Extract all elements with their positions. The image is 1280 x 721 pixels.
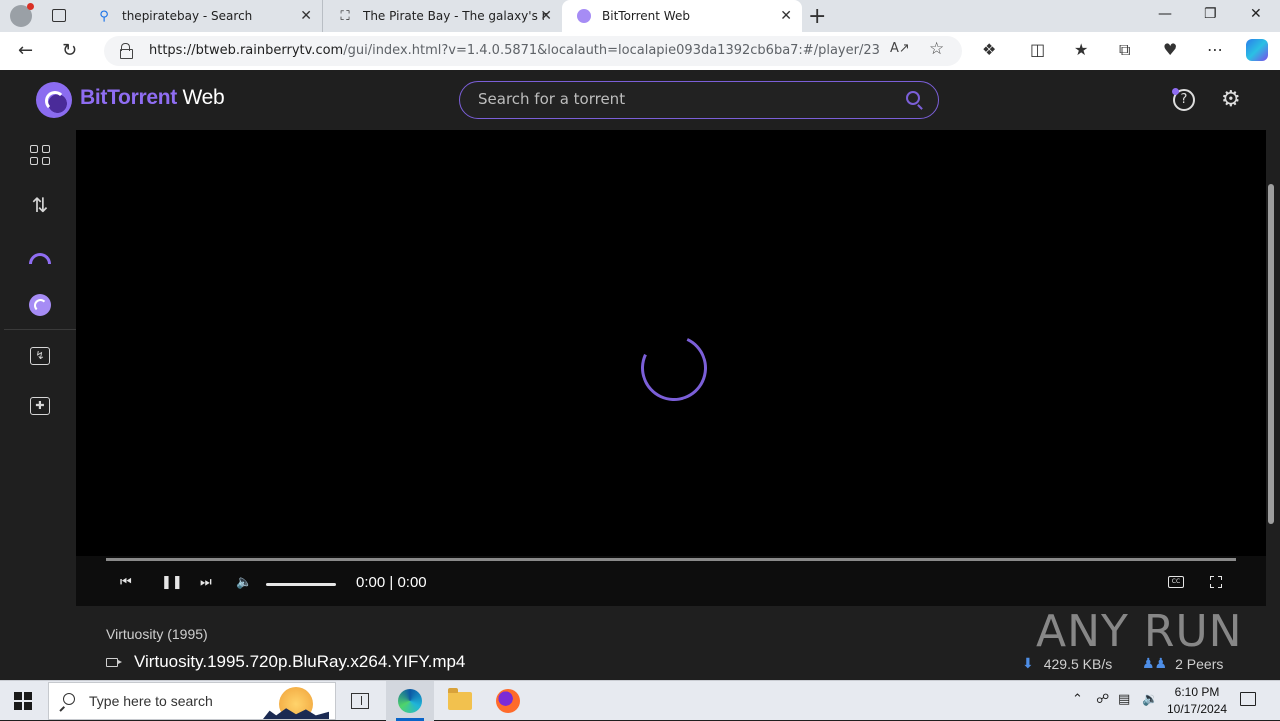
taskbar-search[interactable]: Type here to search xyxy=(48,682,336,720)
volume-icon[interactable]: 🔈 xyxy=(236,575,252,590)
tab-label: BitTorrent Web xyxy=(602,9,690,23)
dashboard-icon[interactable] xyxy=(28,143,52,167)
close-tab-icon[interactable]: ✕ xyxy=(780,8,792,24)
sidebar-divider xyxy=(4,329,76,330)
ai-icon[interactable]: ↯ xyxy=(28,344,52,368)
anyrun-watermark: ANY RUN xyxy=(1036,606,1243,657)
movie-title: Virtuosity (1995) xyxy=(106,626,208,642)
games-icon[interactable]: ✚ xyxy=(28,394,52,418)
previous-icon[interactable]: ⏮ xyxy=(120,575,132,590)
loading-spinner-icon xyxy=(631,325,717,411)
bittorrent-logo-icon[interactable] xyxy=(36,82,72,118)
bittorrent-icon[interactable] xyxy=(28,293,52,317)
pause-icon[interactable]: ❚❚ xyxy=(161,575,183,590)
settings-gear-icon[interactable]: ⚙ xyxy=(1221,87,1241,112)
network-icon[interactable]: ☍ xyxy=(1096,692,1109,707)
tab-pirate-bay[interactable]: ⛶ The Pirate Bay - The galaxy's most res… xyxy=(322,0,562,32)
task-view-icon[interactable] xyxy=(336,681,384,721)
address-bar: ← ↻ https://btweb.rainberrytv.com/gui/in… xyxy=(0,32,1280,70)
speaker-icon[interactable]: 🔉 xyxy=(1142,692,1158,707)
split-screen-icon[interactable]: ◫ xyxy=(1030,40,1045,59)
tab-bittorrent-web[interactable]: BitTorrent Web ✕ xyxy=(562,0,802,32)
show-hidden-icons-icon[interactable]: ⌃ xyxy=(1072,692,1083,707)
search-icon[interactable] xyxy=(906,91,920,105)
collections-icon[interactable]: ⧉ xyxy=(1119,40,1130,60)
windows-start-icon[interactable] xyxy=(14,692,32,710)
scrollbar[interactable] xyxy=(1266,130,1276,676)
system-clock[interactable]: 6:10 PM 10/17/2024 xyxy=(1162,684,1232,718)
close-tab-icon[interactable]: ✕ xyxy=(540,8,552,24)
tab-label: thepiratebay - Search xyxy=(122,9,253,23)
profile-avatar-icon[interactable] xyxy=(10,3,34,27)
time-readout: 0:00 | 0:00 xyxy=(356,574,427,591)
ethernet-icon[interactable]: ▤ xyxy=(1118,692,1130,707)
lock-icon[interactable] xyxy=(120,43,133,59)
tab-strip: ⚲ thepiratebay - Search ✕ ⛶ The Pirate B… xyxy=(0,0,1280,32)
search-icon xyxy=(63,693,75,705)
more-menu-icon[interactable]: ⋯ xyxy=(1207,40,1223,59)
file-explorer-icon[interactable] xyxy=(436,681,484,721)
url-text[interactable]: https://btweb.rainberrytv.com/gui/index.… xyxy=(149,43,879,58)
transfers-icon[interactable]: ⇅ xyxy=(28,193,52,217)
bittorrent-web-app: BitTorrent Web ? ⚙ ⇅ ↯ ✚ ⏮ ❚❚ ⏭ 🔈 0:00 |… xyxy=(4,70,1276,676)
file-name: Virtuosity.1995.720p.BluRay.x264.YIFY.mp… xyxy=(134,652,466,671)
notifications-icon[interactable] xyxy=(1240,692,1256,706)
favorite-star-icon[interactable]: ☆ xyxy=(929,39,944,59)
app-header: BitTorrent Web ? ⚙ xyxy=(4,70,1276,130)
video-player[interactable] xyxy=(76,130,1266,606)
tab-actions-icon[interactable] xyxy=(48,6,70,26)
restore-icon[interactable]: ❐ xyxy=(1204,6,1217,22)
help-icon[interactable]: ? xyxy=(1172,88,1195,111)
captions-icon[interactable]: CC xyxy=(1168,576,1184,588)
peers-icon: ♟♟ xyxy=(1142,655,1168,671)
search-highlight-image[interactable] xyxy=(263,685,329,719)
file-row: Virtuosity.1995.720p.BluRay.x264.YIFY.mp… xyxy=(106,652,465,672)
back-icon[interactable]: ← xyxy=(18,40,33,61)
firefox-icon[interactable] xyxy=(484,681,532,721)
player-controls: ⏮ ❚❚ ⏭ 🔈 0:00 | 0:00 CC xyxy=(76,556,1266,606)
read-aloud-icon[interactable]: A↗ xyxy=(890,41,910,56)
tab-label: The Pirate Bay - The galaxy's most resil… xyxy=(363,9,547,23)
close-tab-icon[interactable]: ✕ xyxy=(300,8,312,24)
volume-slider[interactable] xyxy=(266,583,336,586)
download-speed: ⬇ 429.5 KB/s xyxy=(1022,655,1113,672)
bittorrent-icon xyxy=(576,8,592,24)
seek-bar[interactable] xyxy=(106,558,1236,561)
next-icon[interactable]: ⏭ xyxy=(200,575,212,590)
extensions-icon[interactable]: ❖ xyxy=(982,40,996,59)
taskbar: Type here to search ⌃ ☍ ▤ 🔉 6:10 PM 10/1… xyxy=(0,680,1280,721)
close-window-icon[interactable]: ✕ xyxy=(1250,6,1262,22)
ship-icon: ⛶ xyxy=(340,8,350,24)
tab-thepiratebay-search[interactable]: ⚲ thepiratebay - Search ✕ xyxy=(82,0,322,32)
video-file-icon xyxy=(106,657,122,667)
browser-essentials-icon[interactable]: ♥ xyxy=(1163,40,1177,59)
sidebar: ⇅ ↯ ✚ xyxy=(4,130,76,676)
minimize-icon[interactable]: — xyxy=(1158,6,1172,22)
search-icon: ⚲ xyxy=(99,8,109,24)
url-field[interactable]: https://btweb.rainberrytv.com/gui/index.… xyxy=(104,36,962,66)
copilot-icon[interactable] xyxy=(1246,39,1268,61)
fullscreen-icon[interactable] xyxy=(1210,576,1222,588)
speed-icon[interactable] xyxy=(28,243,52,267)
peer-count: ♟♟ 2 Peers xyxy=(1142,655,1224,672)
download-arrow-icon: ⬇ xyxy=(1022,655,1034,671)
favorites-icon[interactable]: ★ xyxy=(1074,40,1088,59)
refresh-icon[interactable]: ↻ xyxy=(62,40,77,61)
edge-taskbar-icon[interactable] xyxy=(386,681,434,721)
taskbar-search-placeholder: Type here to search xyxy=(89,693,213,709)
scrollbar-thumb[interactable] xyxy=(1268,184,1274,524)
brand-name[interactable]: BitTorrent Web xyxy=(80,86,225,110)
torrent-search-box[interactable] xyxy=(459,81,939,119)
new-tab-icon[interactable]: + xyxy=(808,4,826,29)
torrent-search-input[interactable] xyxy=(478,90,878,108)
